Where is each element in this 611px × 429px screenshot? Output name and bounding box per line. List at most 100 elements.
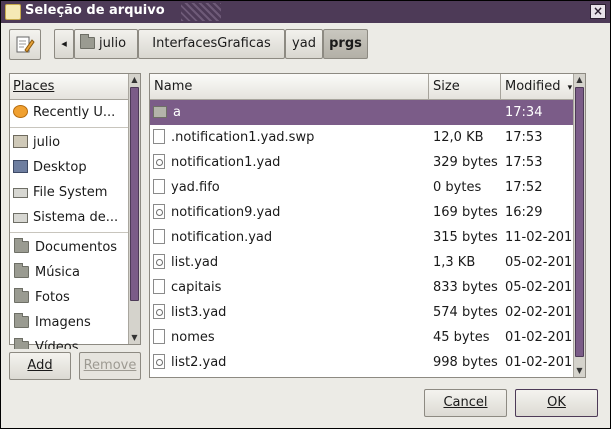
scrollbar-thumb[interactable] bbox=[575, 87, 584, 357]
file-size: 833 bytes bbox=[433, 280, 498, 295]
sidebar-item-desktop[interactable]: Desktop bbox=[10, 155, 140, 180]
sidebar-item-videos[interactable]: Vídeos bbox=[10, 335, 140, 349]
sort-descending-icon: ▾ bbox=[567, 83, 573, 93]
folder-icon bbox=[14, 238, 29, 253]
file-name-cell: notification.yad bbox=[153, 225, 427, 250]
add-bookmark-button[interactable]: Add bbox=[9, 352, 71, 380]
places-sidebar: Places Recently U... julio Desktop File … bbox=[9, 73, 141, 349]
path-segment-label: julio bbox=[99, 36, 127, 51]
path-segment-prgs[interactable]: prgs bbox=[323, 29, 368, 59]
column-header-name[interactable]: Name bbox=[150, 74, 429, 100]
close-window-button[interactable]: × bbox=[590, 4, 606, 19]
path-segment-yad[interactable]: yad bbox=[285, 29, 323, 59]
file-name-cell: nomes bbox=[153, 325, 427, 350]
type-location-button[interactable] bbox=[9, 29, 41, 60]
file-row[interactable]: notification1.yad 329 bytes 17:53 bbox=[150, 150, 585, 175]
ok-button[interactable]: OK bbox=[515, 389, 598, 417]
recent-icon bbox=[13, 105, 28, 118]
file-row[interactable]: capitais 833 bytes 05-02-2011 bbox=[150, 275, 585, 300]
sidebar-item-recently-used[interactable]: Recently U... bbox=[10, 100, 140, 125]
folder-icon bbox=[14, 263, 29, 278]
text-file-icon bbox=[153, 129, 165, 144]
file-name: a bbox=[173, 105, 181, 120]
file-row[interactable]: notification9.yad 169 bytes 16:29 bbox=[150, 200, 585, 225]
file-row[interactable]: yad.fifo 0 bytes 17:52 bbox=[150, 175, 585, 200]
window-title: Seleção de arquivo bbox=[25, 3, 165, 18]
scrollbar-thumb[interactable] bbox=[130, 87, 139, 301]
divider bbox=[10, 232, 140, 233]
folder-icon bbox=[14, 338, 29, 349]
file-name: notification.yad bbox=[171, 230, 273, 245]
script-file-icon bbox=[153, 304, 165, 319]
home-folder-icon bbox=[80, 34, 95, 49]
file-size: 45 bytes bbox=[433, 330, 490, 345]
file-list: Name Size Modified ▾ a 17:34 .notification… bbox=[149, 73, 586, 378]
sidebar-item-fotos[interactable]: Fotos bbox=[10, 285, 140, 310]
scroll-up-arrow-icon[interactable]: ▲ bbox=[574, 74, 585, 86]
drive-icon bbox=[13, 188, 28, 198]
title-bar[interactable]: Seleção de arquivo × bbox=[1, 1, 610, 23]
file-name: .notification1.yad.swp bbox=[171, 130, 315, 145]
file-row[interactable]: .notification1.yad.swp 12,0 KB 17:53 bbox=[150, 125, 585, 150]
desktop-icon bbox=[13, 160, 28, 173]
sidebar-item-file-system[interactable]: File System bbox=[10, 180, 140, 205]
sidebar-item-sistema[interactable]: Sistema de... bbox=[10, 205, 140, 230]
script-file-icon bbox=[153, 154, 165, 169]
drive-icon bbox=[13, 213, 28, 223]
file-name: notification9.yad bbox=[171, 205, 281, 220]
file-size: 329 bytes bbox=[433, 155, 498, 170]
file-name-cell: a bbox=[153, 100, 427, 125]
file-size: 1,3 KB bbox=[433, 255, 476, 270]
file-size: 998 bytes bbox=[433, 355, 498, 370]
sidebar-item-musica[interactable]: Música bbox=[10, 260, 140, 285]
script-file-icon bbox=[153, 204, 165, 219]
pencil-paper-icon bbox=[16, 36, 35, 53]
path-segment-interfacesgraficas[interactable]: InterfacesGraficas bbox=[138, 29, 285, 59]
file-chooser-dialog: Seleção de arquivo × ◂ julio InterfacesG… bbox=[0, 0, 611, 429]
home-icon bbox=[13, 135, 28, 148]
file-name: list3.yad bbox=[171, 305, 227, 320]
scroll-down-arrow-icon[interactable]: ▼ bbox=[574, 365, 585, 377]
divider bbox=[10, 127, 140, 128]
file-name-cell: notification1.yad bbox=[153, 150, 427, 175]
file-name: list2.yad bbox=[171, 355, 227, 370]
folder-icon bbox=[153, 106, 167, 118]
sidebar-item-imagens[interactable]: Imagens bbox=[10, 310, 140, 335]
cancel-button[interactable]: Cancel bbox=[424, 389, 507, 417]
file-row[interactable]: list.yad 1,3 KB 05-02-2011 bbox=[150, 250, 585, 275]
sidebar-item-documentos[interactable]: Documentos bbox=[10, 235, 140, 260]
scroll-down-arrow-icon[interactable]: ▼ bbox=[129, 332, 140, 344]
places-scrollbar[interactable]: ▲ ▼ bbox=[128, 74, 140, 344]
file-name: notification1.yad bbox=[171, 155, 281, 170]
text-file-icon bbox=[153, 229, 165, 244]
file-row[interactable]: nomes 45 bytes 01-02-2011 bbox=[150, 325, 585, 350]
sidebar-item-julio[interactable]: julio bbox=[10, 130, 140, 155]
app-icon bbox=[5, 4, 21, 20]
scroll-up-arrow-icon[interactable]: ▲ bbox=[129, 74, 140, 86]
file-row[interactable]: list3.yad 574 bytes 02-02-2011 bbox=[150, 300, 585, 325]
file-list-scrollbar[interactable]: ▲ ▼ bbox=[573, 74, 585, 377]
path-segment-julio[interactable]: julio bbox=[74, 29, 138, 59]
folder-icon bbox=[14, 313, 29, 328]
remove-bookmark-button: Remove bbox=[79, 352, 141, 380]
folder-icon bbox=[14, 288, 29, 303]
file-name: list.yad bbox=[171, 255, 219, 270]
titlebar-decoration bbox=[181, 3, 221, 21]
file-size: 169 bytes bbox=[433, 205, 498, 220]
file-row[interactable]: list2.yad 998 bytes 01-02-2011 bbox=[150, 350, 585, 375]
file-size: 315 bytes bbox=[433, 230, 498, 245]
text-file-icon bbox=[153, 329, 165, 344]
places-header[interactable]: Places bbox=[10, 74, 140, 100]
file-name-cell: .notification1.yad.swp bbox=[153, 125, 427, 150]
path-back-button[interactable]: ◂ bbox=[54, 29, 74, 59]
file-name: yad.fifo bbox=[171, 180, 220, 195]
path-segment-label: prgs bbox=[329, 36, 362, 51]
file-size: 0 bytes bbox=[433, 180, 482, 195]
file-row[interactable]: notification.yad 315 bytes 11-02-2011 bbox=[150, 225, 585, 250]
text-file-icon bbox=[153, 279, 165, 294]
chevron-left-icon: ◂ bbox=[61, 37, 67, 50]
column-header-size[interactable]: Size bbox=[429, 74, 501, 100]
file-name-cell: notification9.yad bbox=[153, 200, 427, 225]
file-row[interactable]: a 17:34 bbox=[150, 100, 585, 125]
file-name-cell: list2.yad bbox=[153, 350, 427, 375]
